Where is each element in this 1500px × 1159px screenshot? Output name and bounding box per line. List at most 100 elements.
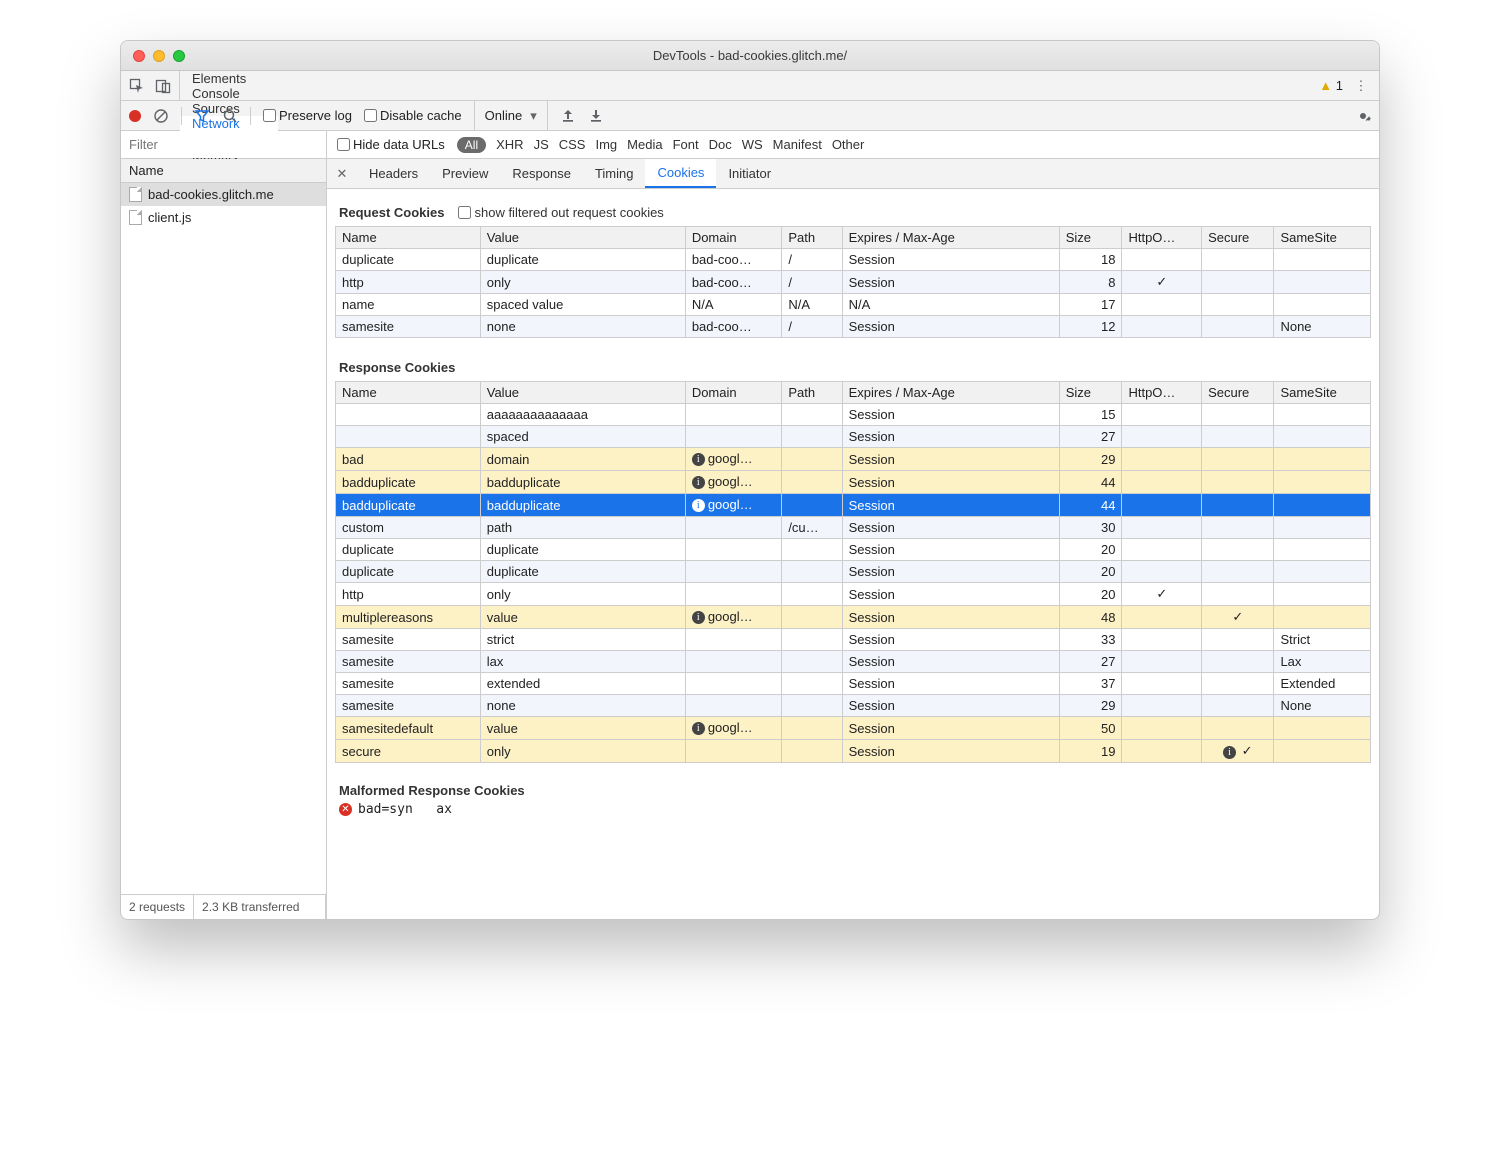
column-header[interactable]: SameSite	[1274, 382, 1371, 404]
close-detail-icon[interactable]: ✕	[327, 159, 357, 188]
filter-tag-ws[interactable]: WS	[742, 137, 763, 152]
detail-tab-response[interactable]: Response	[500, 159, 583, 188]
filter-input[interactable]	[121, 131, 327, 158]
cookie-row[interactable]: samesitenoneSession29None	[336, 695, 1371, 717]
detail-tab-initiator[interactable]: Initiator	[716, 159, 783, 188]
detail-pane: ✕ HeadersPreviewResponseTimingCookiesIni…	[327, 159, 1379, 919]
column-header[interactable]: Domain	[685, 382, 782, 404]
request-item[interactable]: client.js	[121, 206, 326, 229]
download-icon[interactable]	[588, 108, 604, 124]
warnings-indicator[interactable]: ▲ 1	[1319, 78, 1343, 93]
transferred-size: 2.3 KB transferred	[194, 895, 326, 919]
detail-tab-headers[interactable]: Headers	[357, 159, 430, 188]
info-icon: i	[692, 722, 705, 735]
response-cookies-header: Response Cookies	[327, 354, 1379, 381]
cookie-row[interactable]: custompath/cu…Session30	[336, 517, 1371, 539]
info-icon: i	[1223, 746, 1236, 759]
minimize-window-button[interactable]	[153, 50, 165, 62]
column-header[interactable]: Value	[480, 227, 685, 249]
error-icon: ✕	[339, 803, 352, 816]
requests-sidebar: Name bad-cookies.glitch.me client.js 2 re…	[121, 159, 327, 919]
column-header[interactable]: Secure	[1202, 227, 1274, 249]
column-header[interactable]: SameSite	[1274, 227, 1371, 249]
search-icon[interactable]	[222, 108, 238, 124]
column-header[interactable]: Domain	[685, 227, 782, 249]
upload-icon[interactable]	[560, 108, 576, 124]
document-icon	[129, 187, 142, 202]
record-button[interactable]	[129, 110, 141, 122]
requests-column-header[interactable]: Name	[121, 159, 326, 183]
request-item-label: client.js	[148, 210, 191, 225]
column-header[interactable]: Value	[480, 382, 685, 404]
detail-tab-timing[interactable]: Timing	[583, 159, 646, 188]
request-item[interactable]: bad-cookies.glitch.me	[121, 183, 326, 206]
cookie-row[interactable]: aaaaaaaaaaaaaaSession15	[336, 404, 1371, 426]
cookie-row[interactable]: httponlybad-coo…/Session8✓	[336, 271, 1371, 294]
column-header[interactable]: Expires / Max-Age	[842, 382, 1059, 404]
cookie-row[interactable]: badduplicatebadduplicateigoogl…Session44	[336, 471, 1371, 494]
column-header[interactable]: Name	[336, 227, 481, 249]
column-header[interactable]: HttpO…	[1122, 227, 1202, 249]
hide-data-urls-checkbox[interactable]: Hide data URLs	[337, 137, 445, 152]
cookie-row[interactable]: samesiteextendedSession37Extended	[336, 673, 1371, 695]
column-header[interactable]: HttpO…	[1122, 382, 1202, 404]
main-tab-strip: ElementsConsoleSourcesNetworkPerformance…	[121, 71, 1379, 101]
filter-tag-manifest[interactable]: Manifest	[773, 137, 822, 152]
cookie-row[interactable]: httponlySession20✓	[336, 583, 1371, 606]
titlebar: DevTools - bad-cookies.glitch.me/	[121, 41, 1379, 71]
zoom-window-button[interactable]	[173, 50, 185, 62]
cookie-row[interactable]: badduplicatebadduplicateigoogl…Session44	[336, 494, 1371, 517]
cookie-row[interactable]: multiplereasonsvalueigoogl…Session48✓	[336, 606, 1371, 629]
cookie-row[interactable]: duplicateduplicateSession20	[336, 561, 1371, 583]
close-window-button[interactable]	[133, 50, 145, 62]
device-toggle-icon[interactable]	[155, 78, 171, 94]
main-tab-elements[interactable]: Elements	[180, 71, 278, 86]
throttle-select[interactable]: Online▾	[474, 101, 548, 130]
column-header[interactable]: Size	[1059, 227, 1122, 249]
filter-tag-other[interactable]: Other	[832, 137, 865, 152]
filter-tag-doc[interactable]: Doc	[709, 137, 732, 152]
column-header[interactable]: Secure	[1202, 382, 1274, 404]
column-header[interactable]: Expires / Max-Age	[842, 227, 1059, 249]
column-header[interactable]: Size	[1059, 382, 1122, 404]
filter-tag-xhr[interactable]: XHR	[496, 137, 523, 152]
clear-icon[interactable]	[153, 108, 169, 124]
detail-tab-cookies[interactable]: Cookies	[645, 159, 716, 188]
cookie-row[interactable]: secureonlySession19i ✓	[336, 740, 1371, 763]
filter-tag-font[interactable]: Font	[673, 137, 699, 152]
show-filtered-checkbox[interactable]: show filtered out request cookies	[458, 205, 663, 220]
status-strip: 2 requests 2.3 KB transferred	[121, 894, 326, 919]
inspect-element-icon[interactable]	[129, 78, 145, 94]
cookie-row[interactable]: duplicateduplicatebad-coo…/Session18	[336, 249, 1371, 271]
filter-tag-js[interactable]: JS	[534, 137, 549, 152]
cookie-row[interactable]: samesitedefaultvalueigoogl…Session50	[336, 717, 1371, 740]
main-tab-console[interactable]: Console	[180, 86, 278, 101]
filter-tag-img[interactable]: Img	[595, 137, 617, 152]
gear-icon[interactable]	[1355, 108, 1371, 124]
filter-tag-css[interactable]: CSS	[559, 137, 586, 152]
filter-bar: Hide data URLs All XHR JS CSS Img Media Font Do…	[121, 131, 1379, 159]
filter-icon[interactable]	[194, 108, 210, 124]
preserve-log-checkbox[interactable]: Preserve log	[263, 108, 352, 123]
column-header[interactable]: Name	[336, 382, 481, 404]
cookie-row[interactable]: samesitenonebad-coo…/Session12None	[336, 316, 1371, 338]
detail-tab-preview[interactable]: Preview	[430, 159, 500, 188]
requests-count: 2 requests	[121, 895, 194, 919]
cookie-row[interactable]: baddomainigoogl…Session29	[336, 448, 1371, 471]
content-body: Name bad-cookies.glitch.me client.js 2 re…	[121, 159, 1379, 919]
column-header[interactable]: Path	[782, 382, 842, 404]
filter-tag-all[interactable]: All	[457, 137, 486, 153]
filter-tag-media[interactable]: Media	[627, 137, 662, 152]
cookie-row[interactable]: spacedSession27	[336, 426, 1371, 448]
malformed-cookies-header: Malformed Response Cookies	[327, 779, 1379, 802]
cookie-row[interactable]: duplicateduplicateSession20	[336, 539, 1371, 561]
kebab-menu-icon[interactable]: ⋮	[1353, 78, 1369, 94]
cookie-row[interactable]: namespaced valueN/AN/AN/A17	[336, 294, 1371, 316]
cookie-row[interactable]: samesitestrictSession33Strict	[336, 629, 1371, 651]
cookie-row[interactable]: samesitelaxSession27Lax	[336, 651, 1371, 673]
info-icon: i	[692, 476, 705, 489]
column-header[interactable]: Path	[782, 227, 842, 249]
cookies-pane: Request Cookies show filtered out reques…	[327, 189, 1379, 919]
request-list: bad-cookies.glitch.me client.js	[121, 183, 326, 894]
disable-cache-checkbox[interactable]: Disable cache	[364, 108, 462, 123]
